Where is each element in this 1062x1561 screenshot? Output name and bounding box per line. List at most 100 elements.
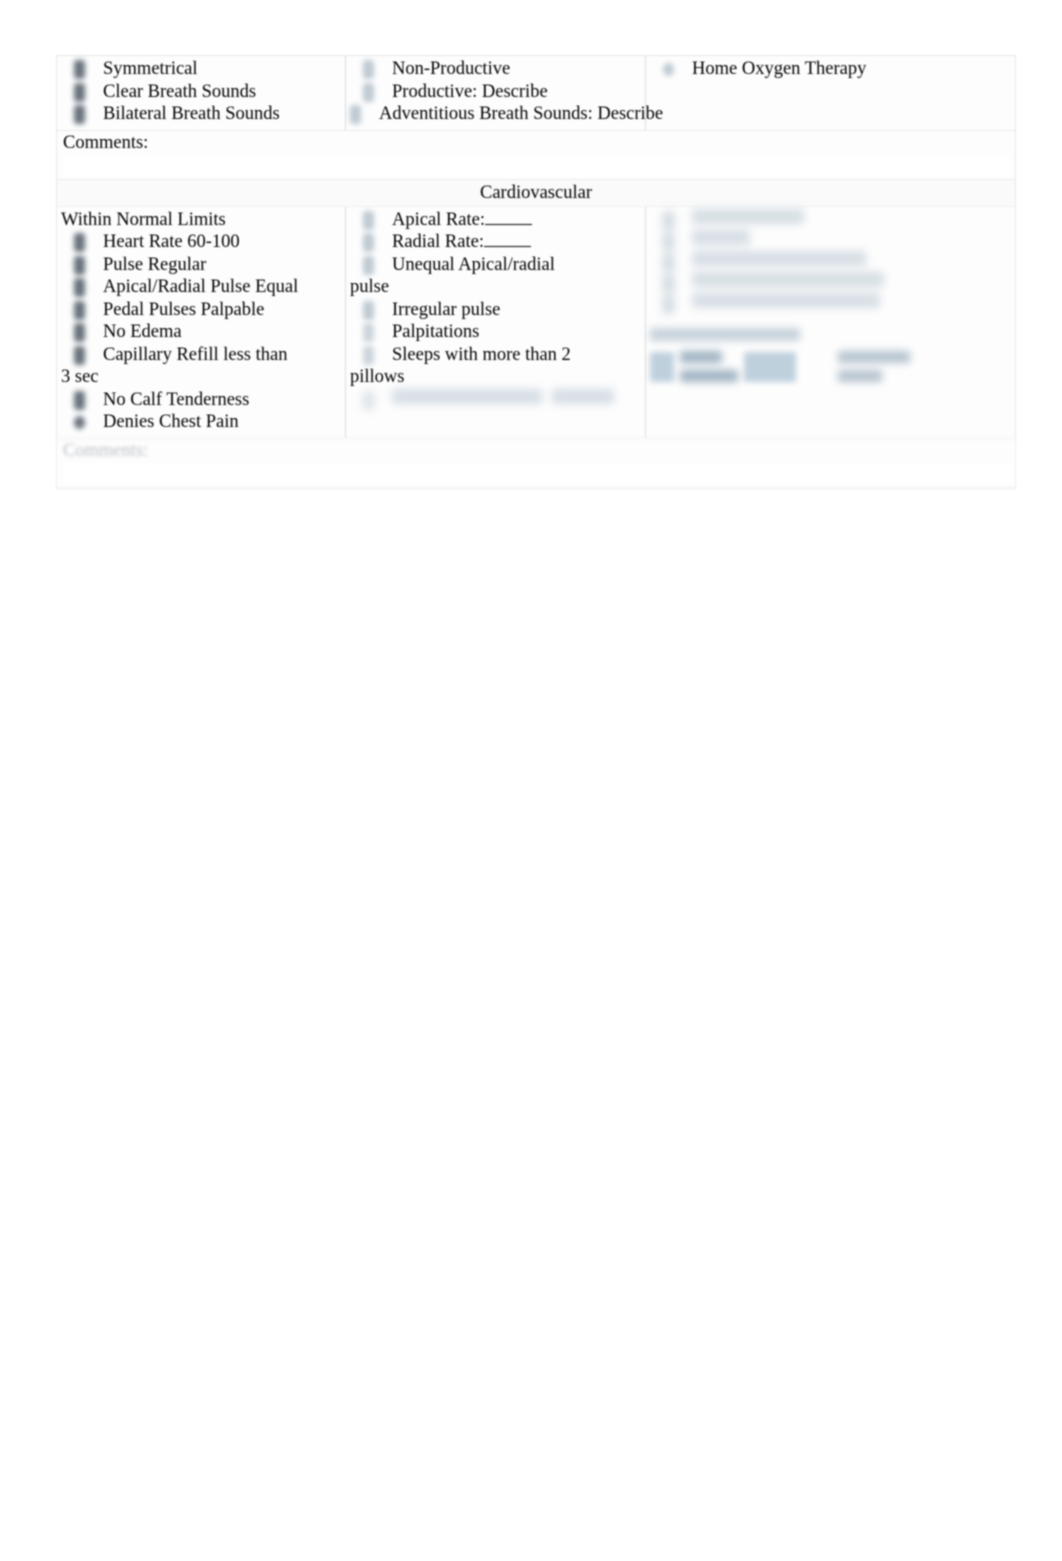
checkbox-row-apical-rate[interactable]: Apical Rate: bbox=[350, 209, 641, 232]
illegible-text-2 bbox=[552, 388, 614, 404]
checkbox-row-unequal-apical-radial-pulse[interactable]: Unequal Apical/radial bbox=[350, 254, 641, 277]
illegible-option-list bbox=[650, 208, 1011, 314]
checkbox-row-pulse-regular[interactable]: Pulse Regular bbox=[61, 254, 341, 277]
unequal-pulse-continuation: pulse bbox=[350, 277, 390, 297]
checkbox-icon[interactable] bbox=[74, 345, 85, 365]
checkbox-row-denies-chest-pain[interactable]: Denies Chest Pain bbox=[61, 411, 341, 434]
illegible-checkbox-row[interactable] bbox=[650, 250, 1011, 272]
checkbox-icon[interactable] bbox=[74, 390, 85, 410]
option-label: Productive: Describe bbox=[392, 81, 548, 102]
checkbox-row-clear-breath-sounds[interactable]: Clear Breath Sounds bbox=[61, 81, 341, 104]
checkbox-icon[interactable] bbox=[363, 255, 374, 275]
respiratory-cough-findings-column: Non-Productive Productive: Describe Adve… bbox=[345, 56, 663, 130]
checkbox-row-apical-radial-pulse-equal[interactable]: Apical/Radial Pulse Equal bbox=[61, 276, 341, 299]
illegible-checkbox-row[interactable] bbox=[650, 229, 1011, 251]
checkbox-icon[interactable] bbox=[74, 82, 85, 102]
checkbox-icon[interactable] bbox=[663, 252, 674, 272]
respiratory-columns: Symmetrical Clear Breath Sounds Bilatera… bbox=[57, 56, 1015, 130]
checkbox-row-capillary-refill[interactable]: Capillary Refill less than bbox=[61, 344, 341, 367]
cardiovascular-abnormal-column: Apical Rate: Radial Rate: Unequal Apical… bbox=[345, 206, 645, 438]
checkbox-row-sleeps-with-pillows[interactable]: Sleeps with more than 2 bbox=[350, 344, 641, 367]
comments-input-area[interactable] bbox=[63, 154, 1011, 177]
illegible-subheading-text bbox=[650, 328, 800, 342]
checkbox-icon[interactable] bbox=[363, 300, 374, 320]
checkbox-icon[interactable] bbox=[350, 105, 361, 124]
illegible-checkbox-row[interactable] bbox=[650, 208, 1011, 230]
option-label: Non-Productive bbox=[392, 59, 511, 79]
checkbox-row-symmetrical[interactable]: Symmetrical bbox=[61, 58, 341, 81]
radial-rate-fill-in[interactable] bbox=[483, 231, 531, 247]
checkbox-icon[interactable] bbox=[363, 210, 374, 230]
cardiovascular-comments-row[interactable]: Comments: bbox=[57, 437, 1015, 488]
sleeps-pillows-continuation: pillows bbox=[350, 367, 405, 387]
checkbox-icon[interactable] bbox=[663, 231, 674, 251]
cardiovascular-wnl-column: Within Normal Limits Heart Rate 60-100 P… bbox=[57, 207, 345, 438]
checkbox-icon[interactable] bbox=[363, 390, 374, 410]
checkbox-icon[interactable] bbox=[74, 105, 85, 124]
within-normal-limits-heading: Within Normal Limits bbox=[61, 209, 226, 230]
checkbox-icon[interactable] bbox=[74, 60, 85, 79]
illegible-label bbox=[680, 348, 738, 386]
comments-input-area[interactable] bbox=[63, 462, 1011, 485]
checkbox-icon[interactable] bbox=[363, 233, 374, 252]
checkbox-icon[interactable] bbox=[74, 255, 85, 275]
checkbox-row-no-calf-tenderness[interactable]: No Calf Tenderness bbox=[61, 389, 341, 412]
option-label: Clear Breath Sounds bbox=[103, 81, 257, 102]
checkbox-icon[interactable] bbox=[363, 82, 374, 102]
option-label: Apical/Radial Pulse Equal bbox=[103, 277, 299, 297]
checkbox-icon[interactable] bbox=[663, 294, 674, 314]
assessment-form: Symmetrical Clear Breath Sounds Bilatera… bbox=[56, 55, 1016, 489]
respiratory-normal-findings-column: Symmetrical Clear Breath Sounds Bilatera… bbox=[57, 56, 345, 130]
checkbox-row-adventitious-breath-sounds[interactable]: Adventitious Breath Sounds: Describe bbox=[337, 103, 663, 126]
checkbox-row-illegible[interactable] bbox=[350, 388, 641, 410]
checkbox-icon[interactable] bbox=[663, 63, 674, 76]
option-label: Home Oxygen Therapy bbox=[692, 59, 867, 79]
option-label: Unequal Apical/radial bbox=[392, 254, 555, 275]
option-label: Symmetrical bbox=[103, 59, 198, 79]
checkbox-icon[interactable] bbox=[74, 323, 85, 342]
checkbox-row-pedal-pulses-palpable[interactable]: Pedal Pulses Palpable bbox=[61, 299, 341, 322]
cardiovascular-columns: Within Normal Limits Heart Rate 60-100 P… bbox=[57, 206, 1015, 438]
checkbox-icon[interactable] bbox=[663, 273, 674, 293]
checkbox-row-no-edema[interactable]: No Edema bbox=[61, 321, 341, 344]
illegible-mini-row[interactable] bbox=[650, 348, 1011, 386]
checkbox-row-irregular-pulse[interactable]: Irregular pulse bbox=[350, 299, 641, 322]
checkbox-row-non-productive[interactable]: Non-Productive bbox=[350, 58, 641, 81]
checkbox-icon[interactable] bbox=[363, 323, 374, 342]
option-label: No Edema bbox=[103, 322, 182, 342]
checkbox-icon-2[interactable] bbox=[744, 351, 796, 382]
option-label: Denies Chest Pain bbox=[103, 412, 239, 432]
checkbox-icon[interactable] bbox=[663, 210, 674, 230]
checkbox-icon[interactable] bbox=[74, 278, 85, 297]
apical-rate-fill-in[interactable] bbox=[484, 209, 532, 225]
option-label: Adventitious Breath Sounds: Describe bbox=[379, 104, 664, 124]
illegible-text bbox=[692, 292, 880, 308]
checkbox-icon[interactable] bbox=[74, 416, 85, 429]
option-label: Bilateral Breath Sounds bbox=[103, 104, 280, 124]
checkbox-icon[interactable] bbox=[74, 233, 85, 252]
option-label: No Calf Tenderness bbox=[103, 389, 250, 410]
illegible-label-2 bbox=[838, 348, 910, 386]
checkbox-row-productive-describe[interactable]: Productive: Describe bbox=[350, 81, 641, 104]
checkbox-row-home-oxygen-therapy[interactable]: Home Oxygen Therapy bbox=[650, 58, 1011, 81]
capillary-refill-continuation: 3 sec bbox=[61, 367, 99, 387]
checkbox-icon[interactable] bbox=[74, 300, 85, 320]
checkbox-icon[interactable] bbox=[363, 345, 374, 365]
checkbox-row-radial-rate[interactable]: Radial Rate: bbox=[350, 231, 641, 254]
checkbox-row-heart-rate[interactable]: Heart Rate 60-100 bbox=[61, 231, 341, 254]
comments-label: Comments: bbox=[63, 440, 149, 461]
illegible-text bbox=[692, 271, 884, 287]
illegible-text bbox=[392, 388, 542, 404]
option-label: Palpitations bbox=[392, 322, 480, 342]
checkbox-icon[interactable] bbox=[650, 351, 674, 382]
option-label: Capillary Refill less than bbox=[103, 344, 288, 365]
respiratory-comments-row[interactable]: Comments: bbox=[57, 129, 1015, 180]
option-label: Irregular pulse bbox=[392, 299, 501, 320]
checkbox-row-bilateral-breath-sounds[interactable]: Bilateral Breath Sounds bbox=[61, 103, 341, 126]
respiratory-section: Symmetrical Clear Breath Sounds Bilatera… bbox=[57, 56, 1015, 180]
checkbox-row-palpitations[interactable]: Palpitations bbox=[350, 321, 641, 344]
illegible-checkbox-row[interactable] bbox=[650, 271, 1011, 293]
checkbox-icon[interactable] bbox=[363, 60, 374, 79]
illegible-text bbox=[692, 229, 750, 245]
illegible-checkbox-row[interactable] bbox=[650, 292, 1011, 314]
